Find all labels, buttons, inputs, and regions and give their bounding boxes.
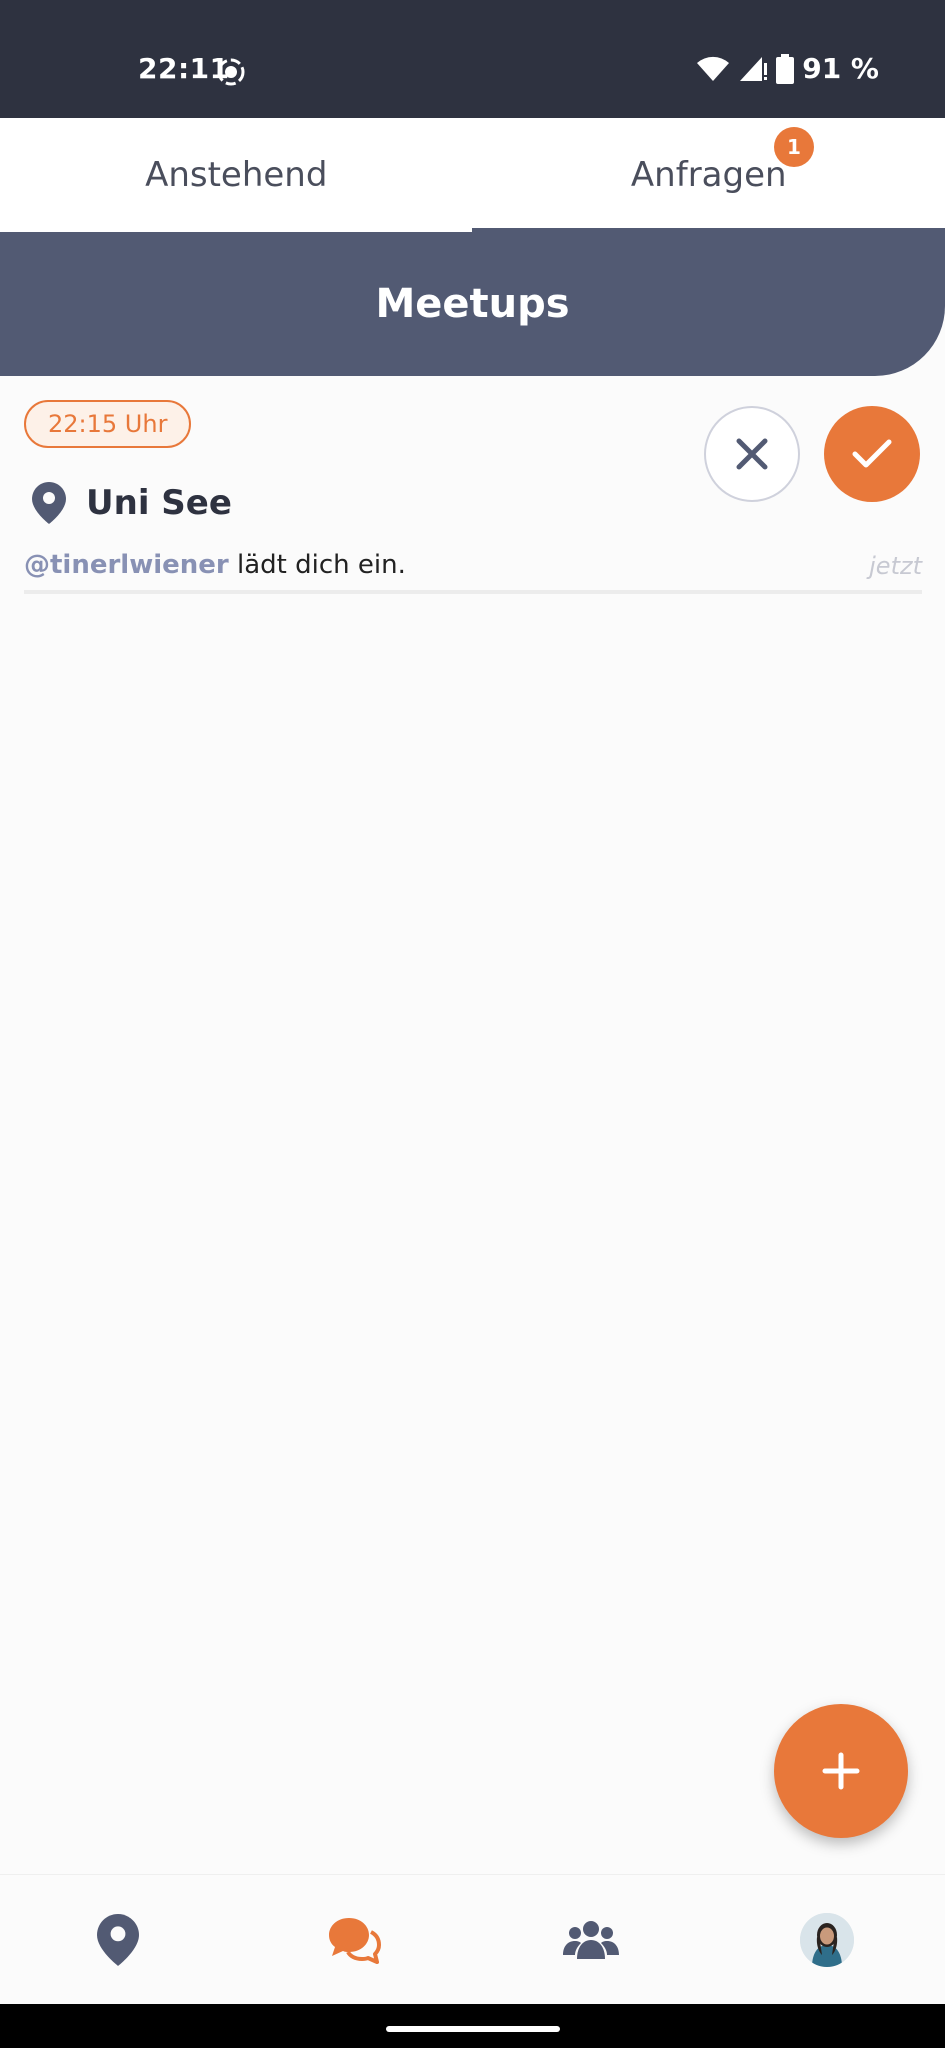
tab-label: Anstehend bbox=[145, 155, 328, 195]
page-title: Meetups bbox=[0, 232, 945, 376]
battery-percent: 91 % bbox=[802, 52, 879, 85]
nav-profile[interactable] bbox=[709, 1875, 945, 2004]
nav-chats[interactable] bbox=[236, 1875, 472, 2004]
battery-icon bbox=[776, 53, 795, 84]
notification-badge: 1 bbox=[774, 127, 814, 167]
tab-anfragen[interactable]: Anfragen bbox=[473, 118, 945, 232]
wifi-icon bbox=[697, 56, 730, 81]
profile-avatar-image bbox=[799, 1912, 854, 1967]
location-row: Uni See bbox=[32, 482, 232, 524]
chat-icon bbox=[329, 1917, 382, 1964]
invite-text: @tinerlwiener lädt dich ein. bbox=[24, 550, 406, 580]
bottom-nav bbox=[0, 1874, 945, 2004]
nav-groups[interactable] bbox=[473, 1875, 709, 2004]
time-chip: 22:15 Uhr bbox=[24, 400, 192, 448]
close-icon bbox=[736, 438, 768, 470]
avatar bbox=[799, 1912, 854, 1967]
invitation-card[interactable]: 22:15 Uhr Uni See @tinerlwiener lädt dic… bbox=[24, 400, 922, 594]
invite-message: lädt dich ein. bbox=[228, 550, 406, 580]
map-pin-icon bbox=[97, 1913, 140, 1966]
status-indicators: 91 % bbox=[696, 52, 879, 85]
signal-icon bbox=[740, 56, 768, 81]
decline-button[interactable] bbox=[704, 406, 800, 502]
home-indicator[interactable] bbox=[386, 2026, 560, 2032]
plus-icon bbox=[822, 1752, 860, 1790]
invite-timestamp: jetzt bbox=[869, 552, 922, 580]
check-icon bbox=[852, 439, 892, 468]
group-icon bbox=[562, 1920, 619, 1959]
inviter-username[interactable]: @tinerlwiener bbox=[24, 550, 229, 580]
accept-button[interactable] bbox=[824, 406, 920, 502]
map-pin-icon bbox=[32, 482, 66, 524]
add-meetup-button[interactable] bbox=[774, 1704, 908, 1838]
status-bar: 22:11 91 % bbox=[0, 0, 945, 118]
tab-anstehend[interactable]: Anstehend bbox=[0, 118, 473, 232]
tab-label: Anfragen bbox=[630, 155, 787, 195]
nav-map[interactable] bbox=[0, 1875, 236, 2004]
location-name: Uni See bbox=[86, 483, 232, 523]
screen-record-icon bbox=[217, 58, 245, 86]
